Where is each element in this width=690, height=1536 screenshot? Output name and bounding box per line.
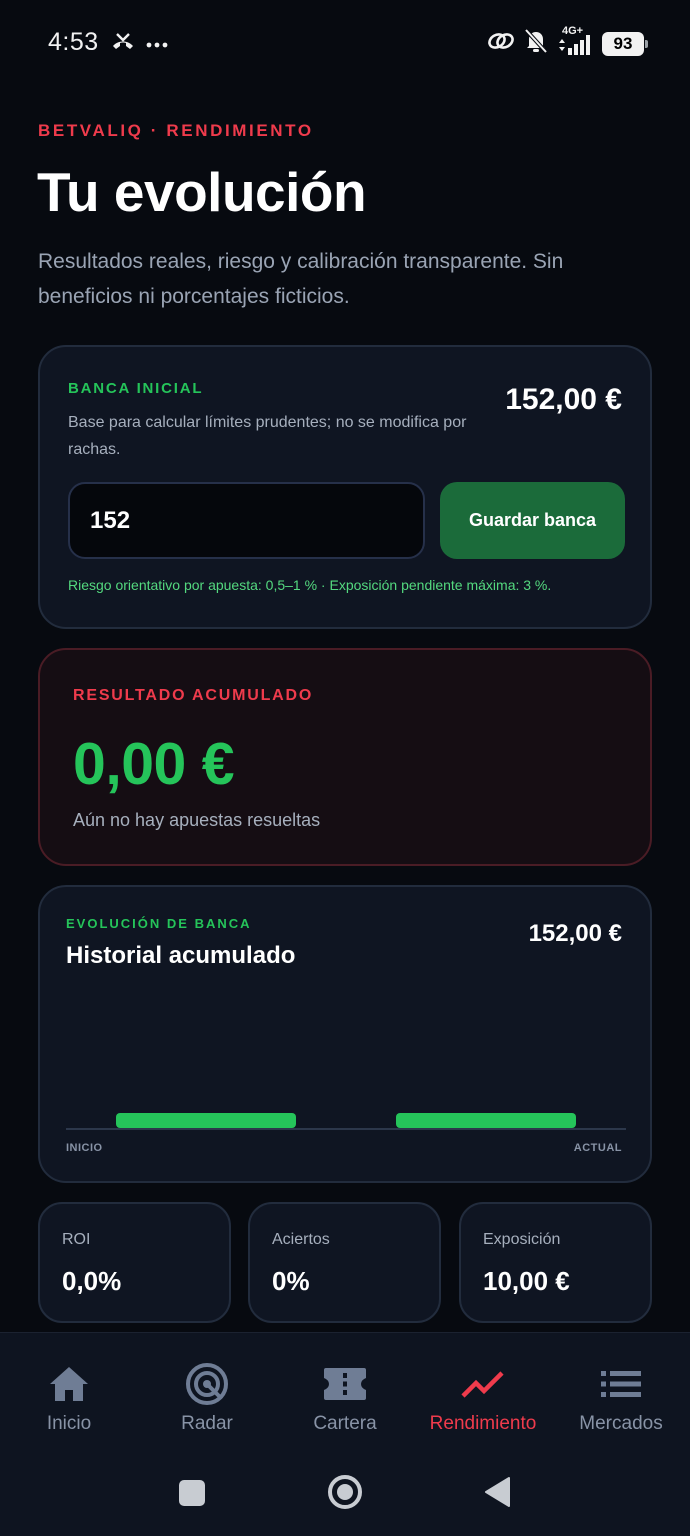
nav-label: Rendimiento [429, 1413, 537, 1434]
bank-card: BANCA INICIAL 152,00 € Base para calcula… [38, 345, 652, 629]
trend-icon [460, 1363, 506, 1405]
stat-roi: ROI 0,0% [38, 1202, 231, 1323]
nav-label: Cartera [313, 1413, 377, 1434]
nav-item-rendimiento[interactable]: Rendimiento [414, 1333, 552, 1445]
evolution-label: EVOLUCIÓN DE BANCA [66, 916, 252, 931]
result-note: Aún no hay apuestas resueltas [73, 810, 321, 830]
more-dots-icon [146, 35, 168, 53]
risk-note: Riesgo orientativo por apuesta: 0,5–1 % … [68, 577, 552, 593]
status-right-icons: 4G+ 93 [486, 25, 648, 59]
stat-label: Exposición [483, 1231, 561, 1248]
nav-item-mercados[interactable]: Mercados [552, 1333, 690, 1445]
chart-bar-inicio [116, 1113, 296, 1128]
system-nav-bar [0, 1444, 690, 1536]
bank-input[interactable]: 152 [68, 482, 425, 559]
nav-item-inicio[interactable]: Inicio [0, 1333, 138, 1445]
evolution-amount: 152,00 € [528, 920, 622, 947]
radar-icon [185, 1363, 229, 1405]
evolution-title: Historial acumulado [66, 942, 296, 969]
chart-bar-actual [396, 1113, 576, 1128]
chart-axis-line [66, 1128, 626, 1130]
status-left-icons [110, 30, 168, 57]
stat-value: 10,00 € [483, 1266, 570, 1296]
nav-label: Radar [181, 1413, 233, 1434]
page-subtitle: Resultados reales, riesgo y calibración … [38, 250, 564, 308]
link-icon [486, 30, 516, 57]
stat-exposure: Exposición 10,00 € [459, 1202, 652, 1323]
evolution-card: EVOLUCIÓN DE BANCA Historial acumulado 1… [38, 885, 652, 1183]
stat-label: ROI [62, 1231, 91, 1248]
list-icon [599, 1363, 643, 1405]
chart-x-label-end: ACTUAL [573, 1142, 622, 1154]
missed-call-icon [110, 30, 136, 57]
bank-label: BANCA INICIAL [68, 380, 204, 397]
back-button[interactable] [483, 1476, 511, 1513]
nav-label: Inicio [46, 1413, 92, 1434]
stat-hits: Aciertos 0% [248, 1202, 441, 1323]
bank-description: Base para calcular límites prudentes; no… [68, 414, 467, 458]
nav-item-cartera[interactable]: Cartera [276, 1333, 414, 1445]
stat-label: Aciertos [272, 1231, 330, 1248]
recents-button[interactable] [178, 1479, 206, 1512]
stat-value: 0% [272, 1266, 310, 1296]
home-icon [48, 1363, 90, 1405]
ticket-icon [322, 1363, 368, 1405]
signal-icon: 4G+ [556, 25, 594, 57]
save-bank-button[interactable]: Guardar banca [440, 482, 625, 559]
page-title: Tu evolución [37, 161, 367, 223]
chart-x-label-start: INICIO [66, 1142, 103, 1154]
status-bar: 4:53 4G+ 93 [0, 0, 690, 86]
app-screen: 4:53 4G+ 93 BETVALIQ · RENDIMIENTO Tu ev… [0, 0, 690, 1536]
result-value: 0,00 € [73, 731, 235, 797]
nav-label: Mercados [579, 1413, 663, 1434]
result-label: RESULTADO ACUMULADO [73, 687, 314, 704]
status-time: 4:53 [48, 28, 99, 56]
stat-value: 0,0% [62, 1266, 122, 1296]
result-card: RESULTADO ACUMULADO 0,00 € Aún no hay ap… [38, 648, 652, 866]
bank-amount: 152,00 € [505, 383, 622, 416]
app-eyebrow: BETVALIQ · RENDIMIENTO [38, 121, 314, 140]
battery-indicator: 93 [602, 31, 648, 56]
home-button[interactable] [327, 1474, 363, 1515]
bell-off-icon [524, 28, 548, 59]
nav-item-radar[interactable]: Radar [138, 1333, 276, 1445]
bottom-nav: Inicio Radar Cartera Rendimiento Mercado… [0, 1332, 690, 1444]
